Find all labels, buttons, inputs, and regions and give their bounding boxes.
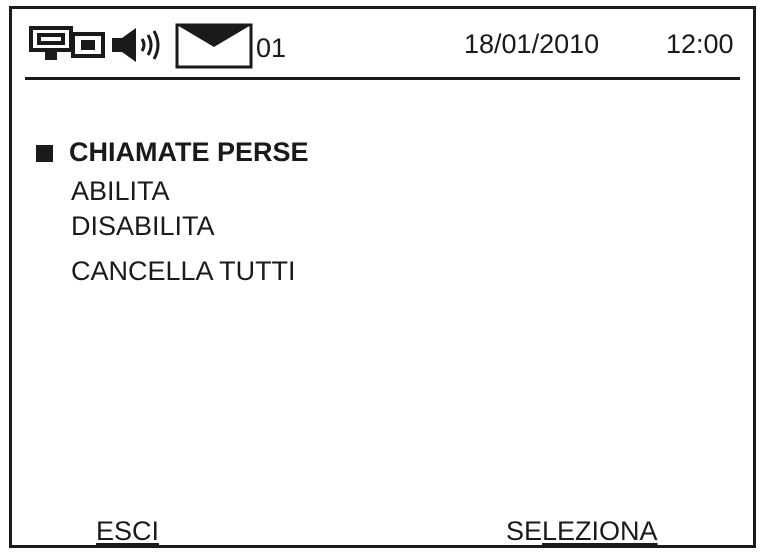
envelope-icon (175, 23, 253, 69)
exit-softkey[interactable]: ESCI (96, 516, 159, 546)
selection-bullet-icon (36, 145, 53, 162)
menu-item-abilita[interactable]: ABILITA (71, 176, 170, 206)
menu-item-cancella-tutti[interactable]: CANCELLA TUTTI (71, 256, 296, 286)
phone-icon (29, 26, 105, 60)
status-bar: 01 18/01/2010 12:00 (12, 9, 753, 77)
status-bar-divider (25, 77, 740, 80)
date-display: 18/01/2010 (464, 29, 600, 59)
menu-title: CHIAMATE PERSE (69, 137, 309, 167)
message-count: 01 (256, 33, 287, 63)
speaker-icon (112, 28, 160, 62)
display-screen: 01 18/01/2010 12:00 CHIAMATE PERSE ABILI… (9, 6, 756, 548)
menu-item-disabilita[interactable]: DISABILITA (71, 211, 215, 241)
time-display: 12:00 (666, 29, 734, 59)
select-softkey-prefix: SE (506, 516, 543, 546)
select-softkey-underlined: LEZIONA (542, 516, 658, 546)
select-softkey[interactable]: SELEZIONA (506, 516, 658, 546)
